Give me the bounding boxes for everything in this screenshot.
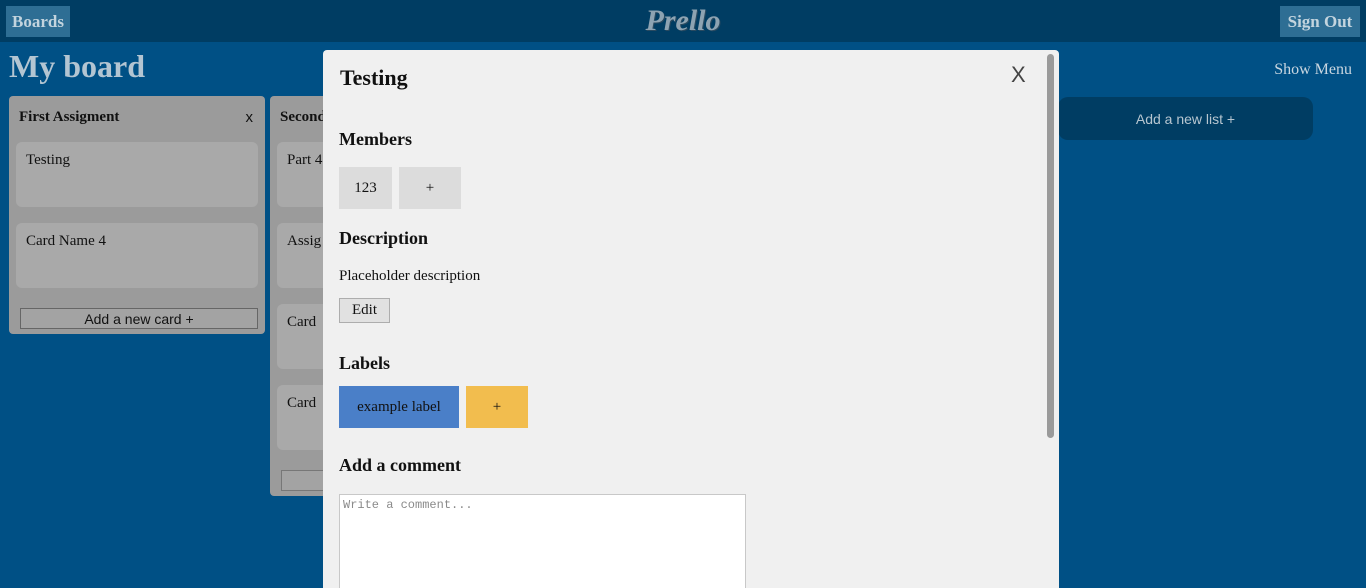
list-title: Second [280,109,326,125]
delete-list-button[interactable]: x [246,109,254,126]
show-menu-link[interactable]: Show Menu [1274,61,1352,79]
sign-out-button[interactable]: Sign Out [1280,6,1360,37]
add-list-button[interactable]: Add a new list + [1058,97,1313,140]
card-title: Part 4 [287,152,323,168]
card-title: Assig [287,233,322,249]
card[interactable]: Card Name 4 [16,223,258,288]
list-title: First Assigment [19,109,120,125]
card-title: Card [287,314,317,330]
top-bar: Boards Prello Sign Out [0,0,1366,42]
card-title: Card Name 4 [26,233,106,249]
members-heading: Members [339,129,412,149]
label-chip[interactable]: example label [339,386,459,428]
add-member-button[interactable]: + [399,167,461,209]
card[interactable]: Testing [16,142,258,207]
add-label-button[interactable]: + [466,386,528,428]
list-first-assigment: First Assigment x Testing Card Name 4 Ad… [9,96,265,334]
card-title: Card [287,395,317,411]
labels-heading: Labels [339,353,391,373]
comment-heading: Add a comment [339,455,461,475]
card-title: Testing [26,152,70,168]
modal-scrollbar[interactable] [1047,54,1054,438]
modal-title: Testing [340,65,408,90]
member-chip[interactable]: 123 [339,167,392,209]
add-card-button[interactable]: Add a new card + [20,308,258,329]
description-text: Placeholder description [339,268,481,284]
close-modal-button[interactable]: X [1011,62,1026,88]
app-logo: Prello [645,4,721,37]
card-detail-modal: Testing X Members 123 + Description Plac… [323,50,1059,588]
description-heading: Description [339,228,428,248]
edit-description-button[interactable]: Edit [339,298,390,323]
comment-input[interactable] [339,494,746,588]
board-title: My board [9,48,145,84]
